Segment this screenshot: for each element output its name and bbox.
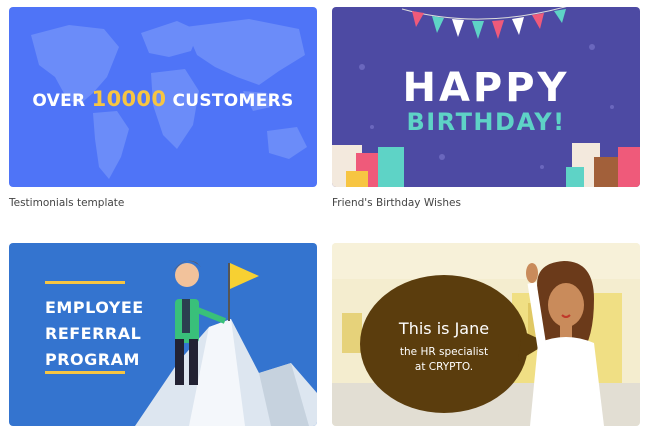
template-card-employee-referral[interactable]: EMPLOYEE REFERRAL PROGRAM: [9, 243, 317, 426]
template-card-jane-hr[interactable]: This is Jane the HR specialist at CRYPTO…: [332, 243, 640, 426]
businessman-illustration: [173, 260, 227, 385]
headline: OVER 10000 CUSTOMERS: [9, 87, 317, 111]
template-caption[interactable]: Friend's Birthday Wishes: [332, 197, 461, 209]
woman-waving-illustration: [526, 261, 604, 426]
headline-prefix: OVER: [32, 91, 86, 111]
template-card-birthday[interactable]: HAPPY BIRTHDAY!: [332, 7, 640, 187]
birthday-text: BIRTHDAY!: [406, 108, 566, 136]
template-card-testimonials[interactable]: OVER 10000 CUSTOMERS: [9, 7, 317, 187]
template-caption[interactable]: Testimonials template: [9, 197, 124, 209]
headline-number: 10000: [91, 87, 167, 111]
headline-suffix: CUSTOMERS: [172, 91, 294, 111]
happy-text: HAPPY: [402, 65, 570, 111]
